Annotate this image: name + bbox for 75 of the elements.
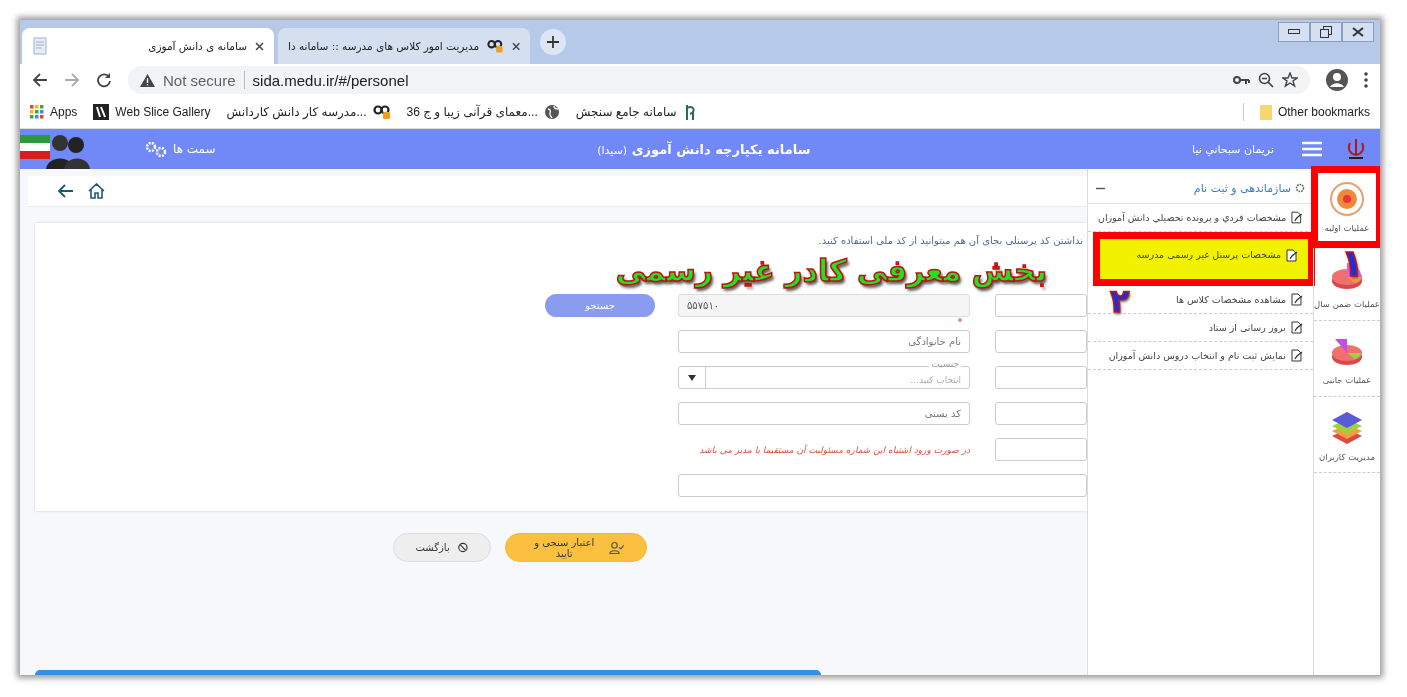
edit-document-icon bbox=[1290, 349, 1303, 362]
browser-tab[interactable]: مدیریت امور کلاس های مدرسه :: سامانه دا bbox=[278, 28, 530, 64]
reload-icon[interactable] bbox=[96, 72, 112, 88]
profile-icon[interactable] bbox=[1326, 69, 1348, 91]
menu-item[interactable]: بروز رسانی از ستاد bbox=[1088, 314, 1313, 342]
input-field[interactable]: نام خانوادگی bbox=[678, 330, 970, 353]
url-text: sida.medu.ir/#/personel bbox=[252, 71, 409, 89]
bookmark[interactable]: 36 معمای قرآنی زیبا و ج... bbox=[406, 103, 560, 121]
hint-text: نداشتن کد پرسنلی بجای آن هم میتوانید از کد ملی استفاده کنید. bbox=[817, 235, 1084, 249]
edit-document-icon bbox=[1285, 249, 1298, 262]
input-field[interactable] bbox=[995, 330, 1087, 353]
menu-item[interactable]: مشخصات پرسنل غیر رسمی مدرسه bbox=[1093, 232, 1315, 286]
close-icon bbox=[1352, 27, 1364, 37]
input-field[interactable] bbox=[678, 474, 1087, 497]
document-icon bbox=[32, 37, 48, 55]
settings-icon bbox=[1295, 183, 1305, 193]
address-bar[interactable]: Not secure sida.medu.ir/#/personel bbox=[128, 66, 1310, 94]
bookmark[interactable]: مدرسه کار دانش کاردانش... bbox=[226, 103, 391, 121]
warning-icon bbox=[140, 73, 155, 87]
cancel-icon bbox=[457, 541, 468, 554]
dropdown-caret-icon bbox=[688, 374, 696, 381]
close-icon[interactable] bbox=[255, 41, 264, 51]
app-title: سامانه یکپارچه دانش آموزی (سیدا) bbox=[596, 141, 812, 157]
star-icon[interactable] bbox=[1282, 72, 1298, 88]
browser-tab[interactable]: سامانه ی دانش آموزی bbox=[22, 28, 274, 64]
new-tab-button[interactable] bbox=[540, 29, 566, 55]
folder-icon bbox=[1259, 104, 1272, 120]
edit-document-icon bbox=[1290, 211, 1303, 224]
edit-document-icon bbox=[1290, 293, 1303, 306]
input-field[interactable] bbox=[995, 366, 1087, 389]
security-label: Not secure bbox=[163, 71, 236, 89]
module-item[interactable]: مدیریت کاربران bbox=[1314, 397, 1380, 473]
user-check-icon bbox=[608, 540, 624, 555]
emblem-icon bbox=[1346, 137, 1366, 161]
warning-text: در صورت ورود اشتباه این شماره مسئولیت آن مستقیما با مدیر می باشد bbox=[698, 444, 970, 455]
input-field[interactable] bbox=[995, 294, 1087, 317]
close-button[interactable] bbox=[1342, 22, 1374, 42]
site-logo-icon bbox=[487, 38, 504, 54]
user-name: نریمان سبحاني نيا bbox=[1192, 142, 1274, 156]
input-field[interactable] bbox=[995, 438, 1087, 461]
menu-item[interactable]: نمایش ثبت نام و انتخاب دروس دانش آموزان bbox=[1088, 342, 1313, 370]
module-item[interactable]: عملیات جانبی bbox=[1314, 321, 1380, 397]
apps-grid-icon bbox=[30, 105, 44, 119]
annotation-caption: بخش معرفی کادر غیر رسمی bbox=[615, 254, 1047, 287]
back-arrow-icon[interactable] bbox=[58, 184, 74, 198]
restore-icon bbox=[1320, 26, 1332, 38]
annotation-number: ۱ bbox=[1340, 244, 1364, 282]
slice-icon bbox=[93, 104, 110, 120]
input-field[interactable]: کد پستی bbox=[678, 402, 970, 425]
zoom-out-icon[interactable] bbox=[1258, 72, 1274, 88]
annotation-number: ۲ bbox=[1110, 285, 1130, 317]
home-icon[interactable] bbox=[88, 183, 105, 199]
gear-icon bbox=[1329, 180, 1365, 217]
menu-title[interactable]: سازماندهی و ثبت نام bbox=[1193, 181, 1291, 195]
site-logo-icon bbox=[372, 104, 391, 120]
minimize-icon bbox=[1288, 29, 1300, 35]
plus-icon bbox=[547, 36, 559, 48]
close-icon[interactable] bbox=[511, 41, 520, 51]
back-button[interactable]: بازگشت bbox=[392, 533, 491, 562]
globe-icon bbox=[543, 104, 560, 120]
minimize-button[interactable] bbox=[1278, 22, 1310, 42]
back-icon[interactable] bbox=[32, 72, 48, 88]
bookmark[interactable]: Apps bbox=[30, 103, 78, 121]
bookmark[interactable]: سامانه جامع سنجش bbox=[575, 103, 699, 121]
bookmark[interactable]: Web Slice Gallery bbox=[93, 103, 211, 121]
input-field[interactable] bbox=[995, 402, 1087, 425]
id-field[interactable]: ۵۵۷۵۱۰ bbox=[678, 294, 970, 317]
gears-icon bbox=[145, 141, 167, 157]
restore-button[interactable] bbox=[1310, 22, 1342, 42]
key-icon[interactable] bbox=[1233, 75, 1250, 85]
menu-icon[interactable] bbox=[1364, 72, 1368, 88]
bookmark-folder[interactable]: Other bookmarks bbox=[1259, 104, 1370, 120]
validate-button[interactable]: اعتبار سنجی و تایید bbox=[504, 533, 647, 562]
edit-document-icon bbox=[1290, 321, 1303, 334]
module-item[interactable]: عمليات اوليه bbox=[1314, 169, 1380, 245]
